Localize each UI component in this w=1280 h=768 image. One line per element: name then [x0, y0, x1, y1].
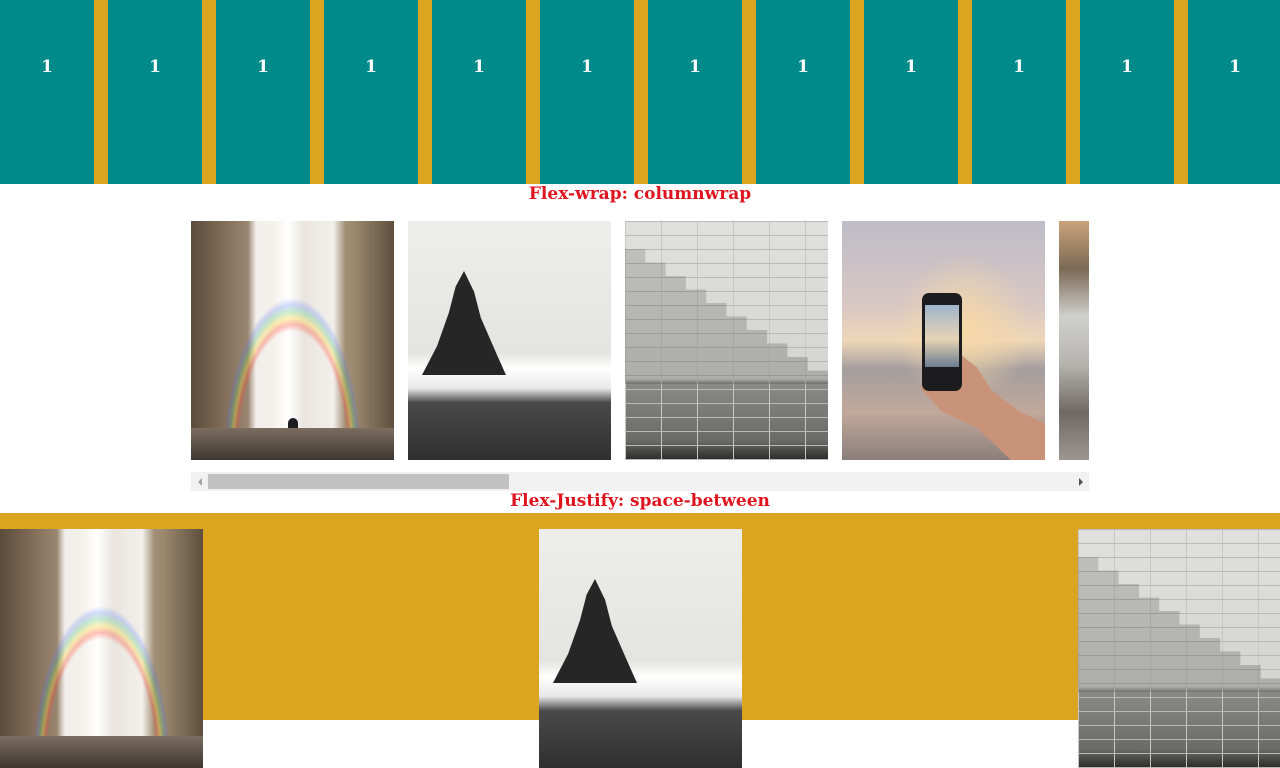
- phone-shape: [922, 293, 962, 391]
- person-figure: [288, 418, 298, 446]
- arrow-right-icon: [1078, 477, 1083, 486]
- numbered-box: 1: [540, 0, 634, 184]
- waterfall-image: [191, 221, 394, 460]
- numbered-box: 1: [1188, 0, 1280, 184]
- numbered-box: 1: [1080, 0, 1174, 184]
- sea-stack-image: [539, 529, 742, 768]
- scroll-right-button[interactable]: [1072, 472, 1089, 491]
- space-between-row: [0, 513, 1280, 768]
- numbered-box-row: 1 1 1 1 1 1 1 1 1 1 1 1: [0, 0, 1280, 184]
- section-heading-flex-wrap: Flex-wrap: columnwrap: [528, 184, 752, 204]
- numbered-box: 1: [972, 0, 1066, 184]
- scroll-left-button[interactable]: [191, 472, 208, 491]
- section-heading-flex-justify: Flex-Justify: space-between: [510, 491, 770, 511]
- numbered-box: 1: [432, 0, 526, 184]
- scrollbar-thumb[interactable]: [208, 474, 509, 489]
- arrow-left-icon: [197, 477, 202, 486]
- numbered-box: 1: [864, 0, 958, 184]
- waterfall-image: [0, 529, 203, 768]
- numbered-box: 1: [756, 0, 850, 184]
- phone-photo-image: [842, 221, 1045, 460]
- numbered-box: 1: [324, 0, 418, 184]
- numbered-box: 1: [216, 0, 310, 184]
- numbered-box: 1: [108, 0, 202, 184]
- image-gallery[interactable]: [191, 221, 1089, 460]
- sea-stack-image: [408, 221, 611, 460]
- numbered-box: 1: [648, 0, 742, 184]
- coast-image: [1059, 221, 1089, 460]
- numbered-box: 1: [0, 0, 94, 184]
- horizontal-scrollbar[interactable]: [191, 472, 1089, 491]
- stairs-image: [625, 221, 828, 460]
- stairs-image: [1078, 529, 1280, 768]
